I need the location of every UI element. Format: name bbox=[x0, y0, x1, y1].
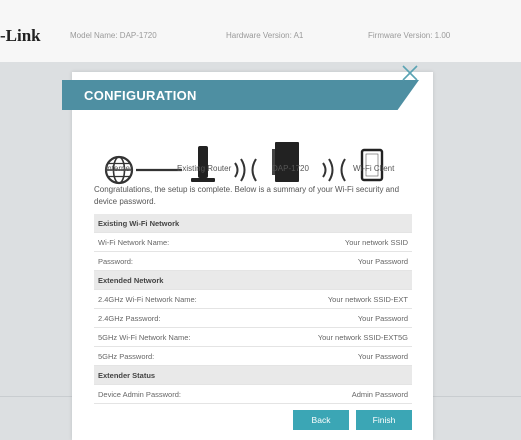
row-label: Wi-Fi Network Name: bbox=[98, 237, 170, 247]
wifi-signal-icon bbox=[322, 158, 346, 182]
table-row: 5GHz Password: Your Password bbox=[94, 347, 412, 366]
row-value: Your network SSID-EXT5G bbox=[317, 332, 408, 342]
finish-button[interactable]: Finish bbox=[356, 410, 412, 430]
page-header: -Link Model Name: DAP-1720 Hardware Vers… bbox=[0, 0, 521, 63]
table-row: Device Admin Password: Admin Password bbox=[94, 385, 412, 404]
dialog-title: CONFIGURATION bbox=[84, 88, 197, 103]
row-value: Your Password bbox=[357, 351, 408, 361]
table-row: Password: Your Password bbox=[94, 252, 412, 271]
row-label: Password: bbox=[98, 256, 134, 266]
row-value: Your network SSID bbox=[344, 237, 408, 247]
extender-label: DAP-1720 bbox=[272, 164, 309, 173]
internet-label: Internet bbox=[105, 164, 133, 173]
wifi-signal-icon bbox=[234, 158, 257, 182]
configuration-dialog: CONFIGURATION Internet Existing Router D… bbox=[62, 72, 433, 440]
section-heading-status: Extender Status bbox=[94, 366, 412, 385]
row-value: Your network SSID-EXT bbox=[327, 294, 408, 304]
table-row: 2.4GHz Wi-Fi Network Name: Your network … bbox=[94, 290, 412, 309]
section-heading-existing: Existing Wi-Fi Network bbox=[94, 214, 412, 233]
brand-logo: -Link bbox=[0, 26, 41, 45]
extender-icon bbox=[272, 142, 299, 182]
row-label: 2.4GHz Wi-Fi Network Name: bbox=[98, 294, 197, 304]
row-value: Your Password bbox=[357, 313, 408, 323]
router-label: Existing Router bbox=[177, 164, 232, 173]
table-row: 5GHz Wi-Fi Network Name: Your network SS… bbox=[94, 328, 412, 347]
summary-table: Existing Wi-Fi Network Wi-Fi Network Nam… bbox=[94, 214, 412, 404]
setup-complete-message: Congratulations, the setup is complete. … bbox=[94, 185, 400, 206]
section-heading-extended: Extended Network bbox=[94, 271, 412, 290]
client-label: Wi-Fi Client bbox=[353, 164, 395, 173]
dialog-title-bar: CONFIGURATION bbox=[62, 80, 419, 110]
back-button[interactable]: Back bbox=[293, 410, 349, 430]
row-value: Your Password bbox=[357, 256, 408, 266]
row-label: Device Admin Password: bbox=[98, 389, 181, 399]
table-row: Wi-Fi Network Name: Your network SSID bbox=[94, 233, 412, 252]
row-label: 2.4GHz Password: bbox=[98, 313, 161, 323]
model-name: Model Name: DAP-1720 bbox=[70, 31, 157, 40]
table-row: 2.4GHz Password: Your Password bbox=[94, 309, 412, 328]
firmware-version: Firmware Version: 1.00 bbox=[368, 31, 451, 40]
hardware-version: Hardware Version: A1 bbox=[226, 31, 304, 40]
row-value: Admin Password bbox=[351, 389, 408, 399]
close-icon[interactable] bbox=[399, 62, 421, 84]
row-label: 5GHz Password: bbox=[98, 351, 155, 361]
row-label: 5GHz Wi-Fi Network Name: bbox=[98, 332, 191, 342]
